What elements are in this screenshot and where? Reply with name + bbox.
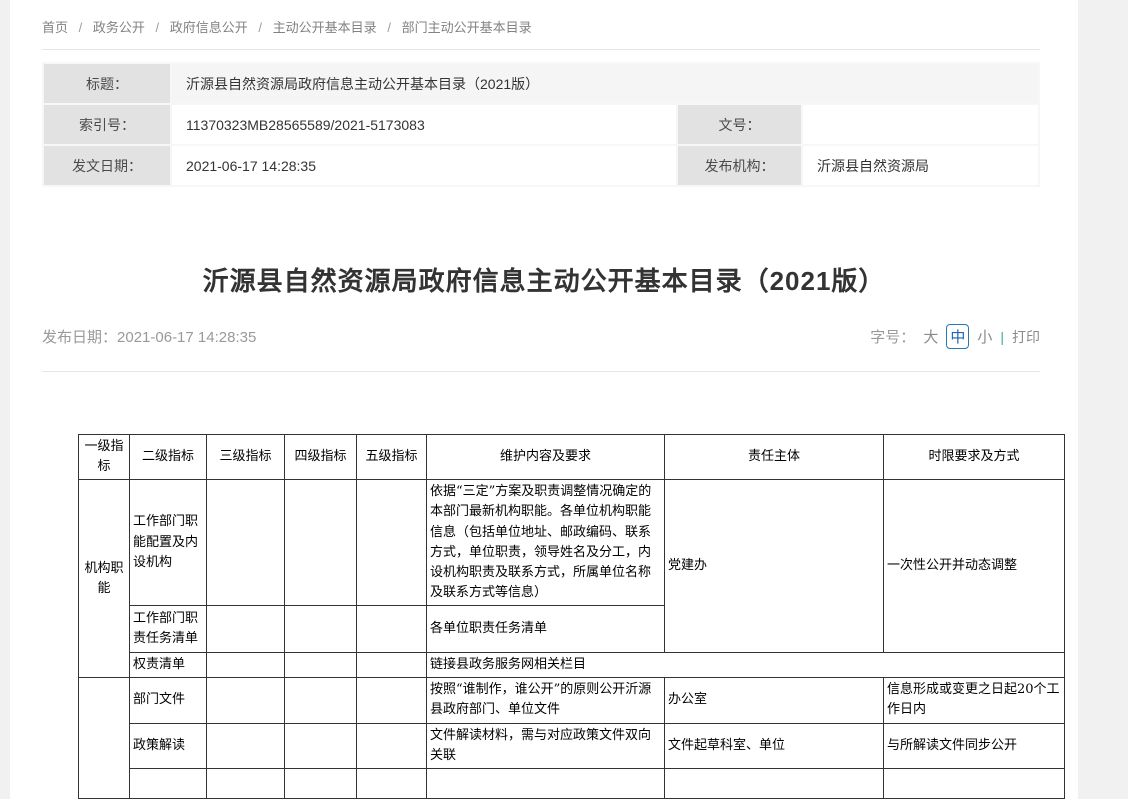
font-size-medium-button[interactable]: 中 — [946, 324, 969, 349]
font-size-large-button[interactable]: 大 — [923, 326, 938, 347]
cell-content: 各单位职责任务清单 — [427, 606, 665, 653]
cell-level4 — [285, 678, 357, 723]
meta-row-date: 发文日期： 2021-06-17 14:28:35 发布机构： 沂源县自然资源局 — [43, 145, 1039, 186]
cell-timelimit: 信息形成或变更之日起20个工作日内 — [884, 678, 1065, 723]
cell-responsible: 文件起草科室、单位 — [665, 723, 884, 768]
cell-content: 按照“谁制作，谁公开”的原则公开沂源县政府部门、单位文件 — [427, 678, 665, 723]
cell-timelimit: 一次性公开并动态调整 — [884, 480, 1065, 653]
table-header-row: 一级指标 二级指标 三级指标 四级指标 五级指标 维护内容及要求 责任主体 时限… — [79, 435, 1065, 480]
cell-timelimit — [884, 768, 1065, 798]
table-row: 政策解读 文件解读材料，需与对应政策文件双向关联 文件起草科室、单位 与所解读文… — [79, 723, 1065, 768]
breadcrumb-item-bumen[interactable]: 部门主动公开基本目录 — [402, 20, 532, 35]
meta-row-title: 标题： 沂源县自然资源局政府信息主动公开基本目录（2021版） — [43, 63, 1039, 104]
cell-responsible: 办公室 — [665, 678, 884, 723]
meta-docnumber-value — [802, 104, 1039, 145]
header-level1: 一级指标 — [79, 435, 130, 480]
header-level3: 三级指标 — [207, 435, 285, 480]
cell-level5 — [357, 606, 427, 653]
table-row: 机构职能 工作部门职能配置及内设机构 依据“三定”方案及职责调整情况确定的本部门… — [79, 480, 1065, 606]
meta-row-index: 索引号： 11370323MB28565589/2021-5173083 文号： — [43, 104, 1039, 145]
breadcrumb-item-zhudonggongkai[interactable]: 主动公开基本目录 — [273, 20, 377, 35]
breadcrumb-item-xinxigongkai[interactable]: 政府信息公开 — [170, 20, 248, 35]
cell-content: 链接县政务服务网相关栏目 — [427, 653, 1065, 678]
meta-title-value: 沂源县自然资源局政府信息主动公开基本目录（2021版） — [171, 63, 1039, 104]
cell-level4 — [285, 606, 357, 653]
breadcrumb-separator: / — [156, 20, 160, 35]
cell-level5 — [357, 723, 427, 768]
table-row: 权责清单 链接县政务服务网相关栏目 — [79, 653, 1065, 678]
catalog-table: 一级指标 二级指标 三级指标 四级指标 五级指标 维护内容及要求 责任主体 时限… — [78, 434, 1065, 799]
breadcrumb-item-home[interactable]: 首页 — [42, 20, 68, 35]
cell-level4 — [285, 653, 357, 678]
cell-level4 — [285, 723, 357, 768]
cell-level5 — [357, 768, 427, 798]
breadcrumb-separator: / — [258, 20, 262, 35]
font-size-label: 字号： — [870, 326, 915, 347]
cell-level1-jigouzhineng: 机构职能 — [79, 480, 130, 678]
meta-issuedate-value: 2021-06-17 14:28:35 — [171, 145, 677, 186]
cell-responsible: 党建办 — [665, 480, 884, 653]
article-tools: 字号： 大 中 小 | 打印 — [870, 324, 1040, 349]
cell-level3 — [207, 678, 285, 723]
breadcrumb-separator: / — [387, 20, 391, 35]
cell-level2: 权责清单 — [130, 653, 207, 678]
table-row: 部门文件 按照“谁制作，谁公开”的原则公开沂源县政府部门、单位文件 办公室 信息… — [79, 678, 1065, 723]
breadcrumb-separator: / — [79, 20, 83, 35]
cell-level3 — [207, 768, 285, 798]
meta-publisher-value: 沂源县自然资源局 — [802, 145, 1039, 186]
article-meta-bar: 发布日期：2021-06-17 14:28:35 字号： 大 中 小 | 打印 — [42, 324, 1040, 372]
cell-responsible — [665, 768, 884, 798]
cell-level2: 政策解读 — [130, 723, 207, 768]
header-level5: 五级指标 — [357, 435, 427, 480]
header-timelimit: 时限要求及方式 — [884, 435, 1065, 480]
breadcrumb-item-zhengwu[interactable]: 政务公开 — [93, 20, 145, 35]
header-responsible: 责任主体 — [665, 435, 884, 480]
cell-content — [427, 768, 665, 798]
meta-index-label: 索引号： — [43, 104, 171, 145]
cell-level3 — [207, 480, 285, 606]
cell-level2: 部门文件 — [130, 678, 207, 723]
header-level4: 四级指标 — [285, 435, 357, 480]
cell-content: 依据“三定”方案及职责调整情况确定的本部门最新机构职能。各单位机构职能信息（包括… — [427, 480, 665, 606]
tools-separator: | — [1000, 329, 1004, 345]
font-size-small-button[interactable]: 小 — [977, 326, 992, 347]
cell-level5 — [357, 653, 427, 678]
page-content: 首页 / 政务公开 / 政府信息公开 / 主动公开基本目录 / 部门主动公开基本… — [10, 0, 1078, 799]
cell-level2 — [130, 768, 207, 798]
publish-date-label: 发布日期： — [42, 329, 117, 346]
cell-level5 — [357, 480, 427, 606]
cell-level4 — [285, 768, 357, 798]
cell-level5 — [357, 678, 427, 723]
breadcrumb-divider — [42, 49, 1040, 50]
meta-issuedate-label: 发文日期： — [43, 145, 171, 186]
cell-level1 — [79, 678, 130, 799]
meta-title-label: 标题： — [43, 63, 171, 104]
cell-level3 — [207, 606, 285, 653]
meta-docnumber-label: 文号： — [677, 104, 802, 145]
cell-level2: 工作部门职能配置及内设机构 — [130, 480, 207, 606]
table-row-partial — [79, 768, 1065, 798]
document-meta-table: 标题： 沂源县自然资源局政府信息主动公开基本目录（2021版） 索引号： 113… — [42, 62, 1040, 187]
print-button[interactable]: 打印 — [1012, 327, 1040, 347]
page-title: 沂源县自然资源局政府信息主动公开基本目录（2021版） — [10, 261, 1078, 298]
cell-content: 文件解读材料，需与对应政策文件双向关联 — [427, 723, 665, 768]
cell-level3 — [207, 653, 285, 678]
cell-level4 — [285, 480, 357, 606]
publish-date: 发布日期：2021-06-17 14:28:35 — [42, 326, 256, 347]
meta-index-value: 11370323MB28565589/2021-5173083 — [171, 104, 677, 145]
publish-date-value: 2021-06-17 14:28:35 — [117, 329, 256, 346]
header-content: 维护内容及要求 — [427, 435, 665, 480]
meta-publisher-label: 发布机构： — [677, 145, 802, 186]
breadcrumb: 首页 / 政务公开 / 政府信息公开 / 主动公开基本目录 / 部门主动公开基本… — [10, 0, 1078, 49]
header-level2: 二级指标 — [130, 435, 207, 480]
cell-level2: 工作部门职责任务清单 — [130, 606, 207, 653]
cell-level3 — [207, 723, 285, 768]
cell-timelimit: 与所解读文件同步公开 — [884, 723, 1065, 768]
